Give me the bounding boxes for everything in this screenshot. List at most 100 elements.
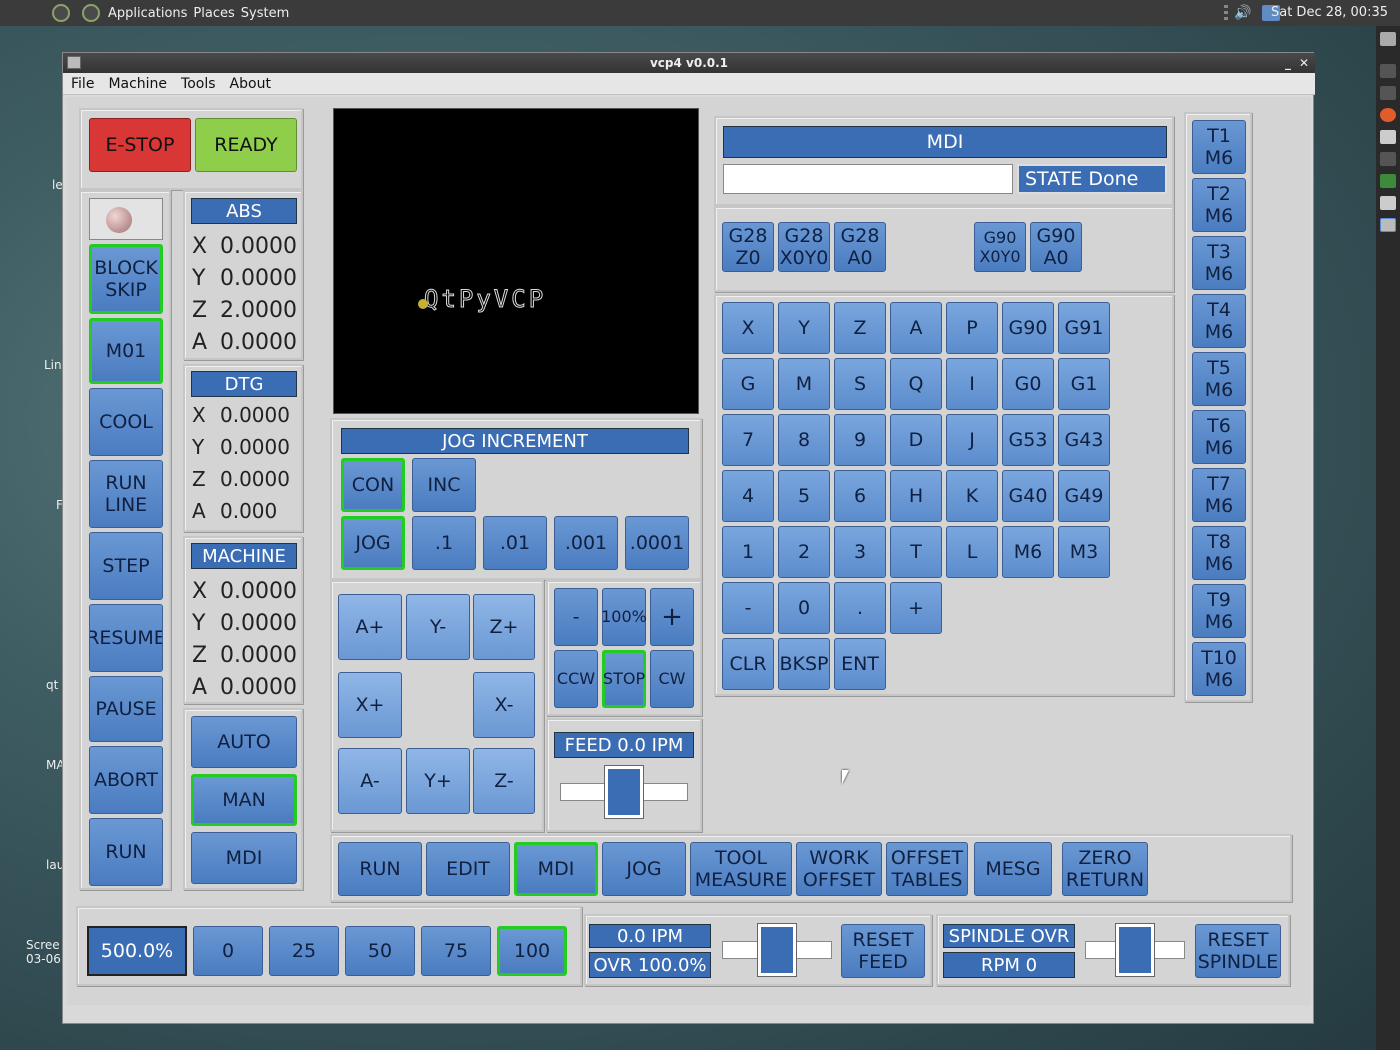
keypad-key-I[interactable]: I (946, 358, 998, 410)
keypad-key-X[interactable]: X (722, 302, 774, 354)
firefox-icon[interactable] (1380, 108, 1396, 122)
app-launcher-icon[interactable] (82, 4, 100, 22)
keypad-key-G[interactable]: G (722, 358, 774, 410)
keypad-key-Z[interactable]: Z (834, 302, 886, 354)
close-icon[interactable]: ✕ (1299, 53, 1309, 73)
keypad-key-M[interactable]: M (778, 358, 830, 410)
keypad-key-G90[interactable]: G90 (1002, 302, 1054, 354)
run-line-button[interactable]: RUN LINE (89, 460, 163, 528)
keypad-key-D[interactable]: D (890, 414, 942, 466)
backspace-button[interactable]: BKSP (778, 638, 830, 690)
dock-app-icon[interactable] (1380, 86, 1396, 100)
tool-change-button[interactable]: T7 M6 (1192, 468, 1246, 522)
reset-spindle-button[interactable]: RESET SPINDLE (1195, 924, 1281, 978)
tool-change-button[interactable]: T3 M6 (1192, 236, 1246, 290)
menu-applications[interactable]: Applications (108, 6, 187, 21)
desktop-icon-label[interactable]: qt (46, 678, 58, 692)
tab-6[interactable]: OFFSET TABLES (886, 842, 968, 896)
jog-continuous-button[interactable]: CON (341, 458, 405, 512)
gcode-preview[interactable]: QtPyVCP (333, 108, 699, 414)
man-mode-button[interactable]: MAN (191, 774, 297, 826)
jog-x-minus-button[interactable]: X- (473, 672, 535, 738)
keypad-key-8[interactable]: 8 (778, 414, 830, 466)
jog-a-minus-button[interactable]: A- (338, 748, 402, 814)
tab-1[interactable]: EDIT (426, 842, 510, 896)
tab-7[interactable]: MESG (974, 842, 1052, 896)
gcode-shortcut-button[interactable]: G28 Z0 (722, 222, 774, 272)
dock-app-icon[interactable] (1380, 32, 1396, 46)
tool-change-button[interactable]: T9 M6 (1192, 584, 1246, 638)
keypad-key-M3[interactable]: M3 (1058, 526, 1110, 578)
jog-increment-button[interactable]: .01 (483, 516, 547, 570)
menu-about[interactable]: About (230, 76, 271, 92)
menu-tools[interactable]: Tools (181, 76, 216, 92)
keypad-key-L[interactable]: L (946, 526, 998, 578)
tab-0[interactable]: RUN (338, 842, 422, 896)
keypad-key-5[interactable]: 5 (778, 470, 830, 522)
window-titlebar[interactable]: vcp4 v0.0.1 _ ✕ (63, 53, 1315, 73)
keypad-key-P[interactable]: P (946, 302, 998, 354)
step-button[interactable]: STEP (89, 532, 163, 600)
window-menu-icon[interactable] (67, 56, 81, 69)
jog-incremental-button[interactable]: INC (412, 458, 476, 512)
folder-icon[interactable] (1380, 196, 1396, 210)
tool-change-button[interactable]: T10 M6 (1192, 642, 1246, 696)
tool-change-button[interactable]: T1 M6 (1192, 120, 1246, 174)
keypad-key-A[interactable]: A (890, 302, 942, 354)
spindle-stop-button[interactable]: STOP (602, 650, 646, 708)
dock-app-icon[interactable] (1380, 64, 1396, 78)
abort-button[interactable]: ABORT (89, 746, 163, 814)
reset-feed-button[interactable]: RESET FEED (841, 924, 925, 978)
mdi-command-input[interactable] (723, 164, 1013, 194)
keypad-key-Y[interactable]: Y (778, 302, 830, 354)
jog-increment-button[interactable]: .0001 (625, 516, 689, 570)
tab-4[interactable]: TOOL MEASURE (690, 842, 792, 896)
auto-mode-button[interactable]: AUTO (191, 716, 297, 768)
keypad-key-1[interactable]: 1 (722, 526, 774, 578)
block-skip-button[interactable]: BLOCK SKIP (89, 244, 163, 314)
keypad-key--[interactable]: - (722, 582, 774, 634)
m01-button[interactable]: M01 (89, 318, 163, 384)
enter-button[interactable]: ENT (834, 638, 886, 690)
rapid-preset-button[interactable]: 25 (269, 926, 339, 976)
keypad-key-T[interactable]: T (890, 526, 942, 578)
terminal-icon[interactable] (1380, 152, 1396, 166)
menu-places[interactable]: Places (193, 6, 234, 21)
tool-change-button[interactable]: T5 M6 (1192, 352, 1246, 406)
run-button[interactable]: RUN (89, 818, 163, 886)
tool-change-button[interactable]: T2 M6 (1192, 178, 1246, 232)
keypad-key-M6[interactable]: M6 (1002, 526, 1054, 578)
folder-icon[interactable] (1380, 130, 1396, 144)
resume-button[interactable]: RESUME (89, 604, 163, 672)
keypad-key-3[interactable]: 3 (834, 526, 886, 578)
keypad-key-7[interactable]: 7 (722, 414, 774, 466)
keypad-key-4[interactable]: 4 (722, 470, 774, 522)
spindle-cw-button[interactable]: CW (650, 650, 694, 708)
clear-button[interactable]: CLR (722, 638, 774, 690)
spindle-faster-button[interactable]: + (650, 588, 694, 646)
spindle-slower-button[interactable]: - (554, 588, 598, 646)
keypad-key-H[interactable]: H (890, 470, 942, 522)
gcode-shortcut-button[interactable]: G90 A0 (1030, 222, 1082, 272)
clock[interactable]: Sat Dec 28, 00:35 (1271, 0, 1388, 26)
jog-button[interactable]: JOG (341, 516, 405, 570)
menu-file[interactable]: File (71, 76, 94, 92)
gcode-shortcut-button[interactable]: G90 X0Y0 (974, 222, 1026, 272)
rapid-preset-button[interactable]: 50 (345, 926, 415, 976)
feed-override-slider[interactable] (722, 924, 832, 976)
menu-machine[interactable]: Machine (108, 76, 167, 92)
dock-app-icon[interactable] (1380, 218, 1396, 232)
tab-5[interactable]: WORK OFFSET (796, 842, 882, 896)
cool-button[interactable]: COOL (89, 388, 163, 456)
menu-system[interactable]: System (241, 6, 289, 21)
keypad-key-Q[interactable]: Q (890, 358, 942, 410)
spindle-ccw-button[interactable]: CCW (554, 650, 598, 708)
ready-button[interactable]: READY (195, 118, 297, 172)
keypad-key-.[interactable]: . (834, 582, 886, 634)
jog-a-plus-button[interactable]: A+ (338, 594, 402, 660)
keypad-key-G1[interactable]: G1 (1058, 358, 1110, 410)
keypad-key-0[interactable]: 0 (778, 582, 830, 634)
rapid-preset-button[interactable]: 100 (497, 926, 567, 976)
tab-2[interactable]: MDI (514, 842, 598, 896)
desktop-icon-label[interactable]: 03-06 (26, 952, 61, 966)
